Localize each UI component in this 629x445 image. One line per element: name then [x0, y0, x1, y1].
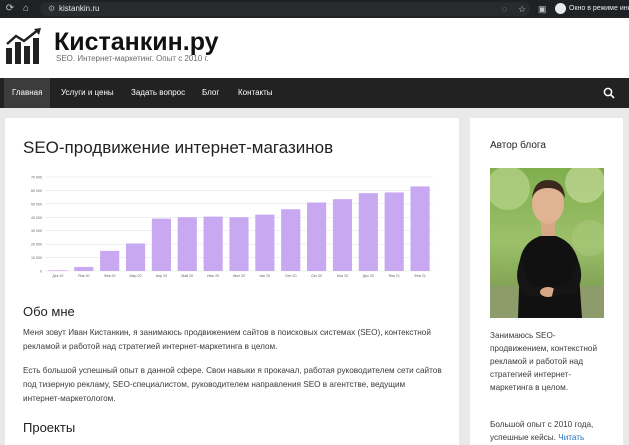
eye-off-icon[interactable]: ◌ [502, 3, 507, 15]
chart-x-tick-label: Июл 20 [233, 274, 245, 278]
chart-x-tick-label: Янв 21 [388, 274, 400, 278]
chart-y-tick-label: 50 000 [31, 202, 42, 206]
site-title[interactable]: Кистанкин.ру [54, 28, 219, 56]
chart-y-tick-label: 60 000 [31, 189, 42, 193]
chart-x-tick-label: Фев 20 [104, 274, 116, 278]
sidebar-experience: Большой опыт с 2010 года, успешные кейсы… [490, 418, 610, 444]
chart-bar [203, 216, 223, 271]
chart-bar [332, 199, 353, 271]
chart-bar [410, 186, 430, 271]
chart-y-tick-label: 30 000 [31, 229, 42, 233]
chart-bar [177, 217, 197, 271]
side-panel-icon[interactable]: ▣ [538, 3, 547, 15]
chart-x-tick-label: Окт 20 [311, 274, 322, 278]
chart-x-tick-label: Апр 20 [156, 274, 167, 278]
read-more-link[interactable]: Читать [558, 433, 584, 442]
about-paragraph-2: Есть большой успешный опыт в данной сфер… [23, 366, 442, 403]
search-icon[interactable] [603, 87, 615, 99]
main-content: SEO-продвижение интернет-магазинов 0 10 0… [5, 118, 459, 445]
chart-y-tick-label: 10 000 [31, 256, 42, 260]
chart-bar [151, 218, 171, 271]
traffic-bar-chart: 0 10 000 20 000 30 000 40 000 50 000 60 000 70 … [31, 176, 433, 278]
chart-bar [229, 217, 249, 271]
chart-y-tick-label: 0 [40, 270, 42, 274]
chart-bar [48, 270, 68, 271]
chart-x-tick-label: Янв 20 [78, 274, 90, 278]
chart-x-tick-label: Дек 20 [363, 274, 374, 278]
page-title: SEO-продвижение интернет-магазинов [23, 138, 334, 157]
site-info-icon[interactable]: ⚙ [48, 3, 55, 15]
chart-bar [358, 193, 378, 271]
chart-x-tick-label: Дек 19 [52, 274, 63, 278]
about-heading: Обо мне [23, 304, 75, 319]
nav-item-services[interactable]: Услуги и цены [53, 78, 122, 108]
nav-item-contacts[interactable]: Контакты [230, 78, 281, 108]
site-header: Кистанкин.ру SEO. Интернет-маркетинг. Оп… [0, 18, 629, 78]
chart-x-tick-label: Ноя 20 [337, 274, 349, 278]
chart-bar [125, 243, 146, 271]
address-bar[interactable] [40, 2, 530, 16]
incognito-icon[interactable] [555, 3, 566, 14]
chart-x-tick-label: Мар 20 [130, 274, 142, 278]
url-text[interactable]: kistankin.ru [59, 4, 99, 14]
home-icon[interactable]: ⌂ [20, 3, 32, 15]
sidebar: Автор блога Занимаюсь SEO-продвижением, … [470, 118, 623, 445]
chart-x-tick-label: Июн 20 [207, 274, 219, 278]
chart-y-tick-label: 20 000 [31, 243, 42, 247]
bookmark-star-icon[interactable]: ☆ [518, 3, 526, 15]
sidebar-bio: Занимаюсь SEO-продвижением, контекстной … [490, 331, 598, 392]
nav-item-home[interactable]: Главная [4, 78, 51, 108]
chart-bar [281, 209, 301, 271]
nav-item-ask-question[interactable]: Задать вопрос [123, 78, 193, 108]
chart-x-tick-label: Авг 20 [260, 274, 271, 278]
chart-x-tick-label: Сен 20 [285, 274, 297, 278]
chart-bar [100, 250, 120, 271]
chart-bar [384, 192, 404, 271]
about-paragraph-1: Меня зовут Иван Кистанкин, я занимаюсь п… [23, 328, 431, 351]
chart-bar [74, 266, 94, 271]
reload-icon[interactable]: ⟳ [4, 3, 16, 15]
chart-y-tick-label: 70 000 [31, 176, 42, 180]
author-photo [490, 168, 604, 318]
logo-chart-icon[interactable] [4, 26, 44, 66]
chart-bar [255, 214, 275, 271]
main-navigation: Главная Услуги и цены Задать вопрос Блог… [0, 78, 629, 108]
chart-x-tick-label: Фев 21 [414, 274, 426, 278]
chart-y-tick-label: 40 000 [31, 216, 42, 220]
browser-toolbar: ⟳ ⌂ ⚙ kistankin.ru ◌ ☆ ▣ Окно в режиме и… [0, 0, 629, 18]
sidebar-title: Автор блога [490, 140, 546, 151]
site-tagline: SEO. Интернет-маркетинг. Опыт с 2010 г. [56, 54, 209, 63]
projects-heading: Проекты [23, 420, 76, 435]
incognito-label[interactable]: Окно в режиме инко [569, 4, 629, 14]
chart-x-tick-label: Май 20 [181, 274, 193, 278]
chart-bar [307, 202, 327, 271]
nav-item-blog[interactable]: Блог [194, 78, 227, 108]
